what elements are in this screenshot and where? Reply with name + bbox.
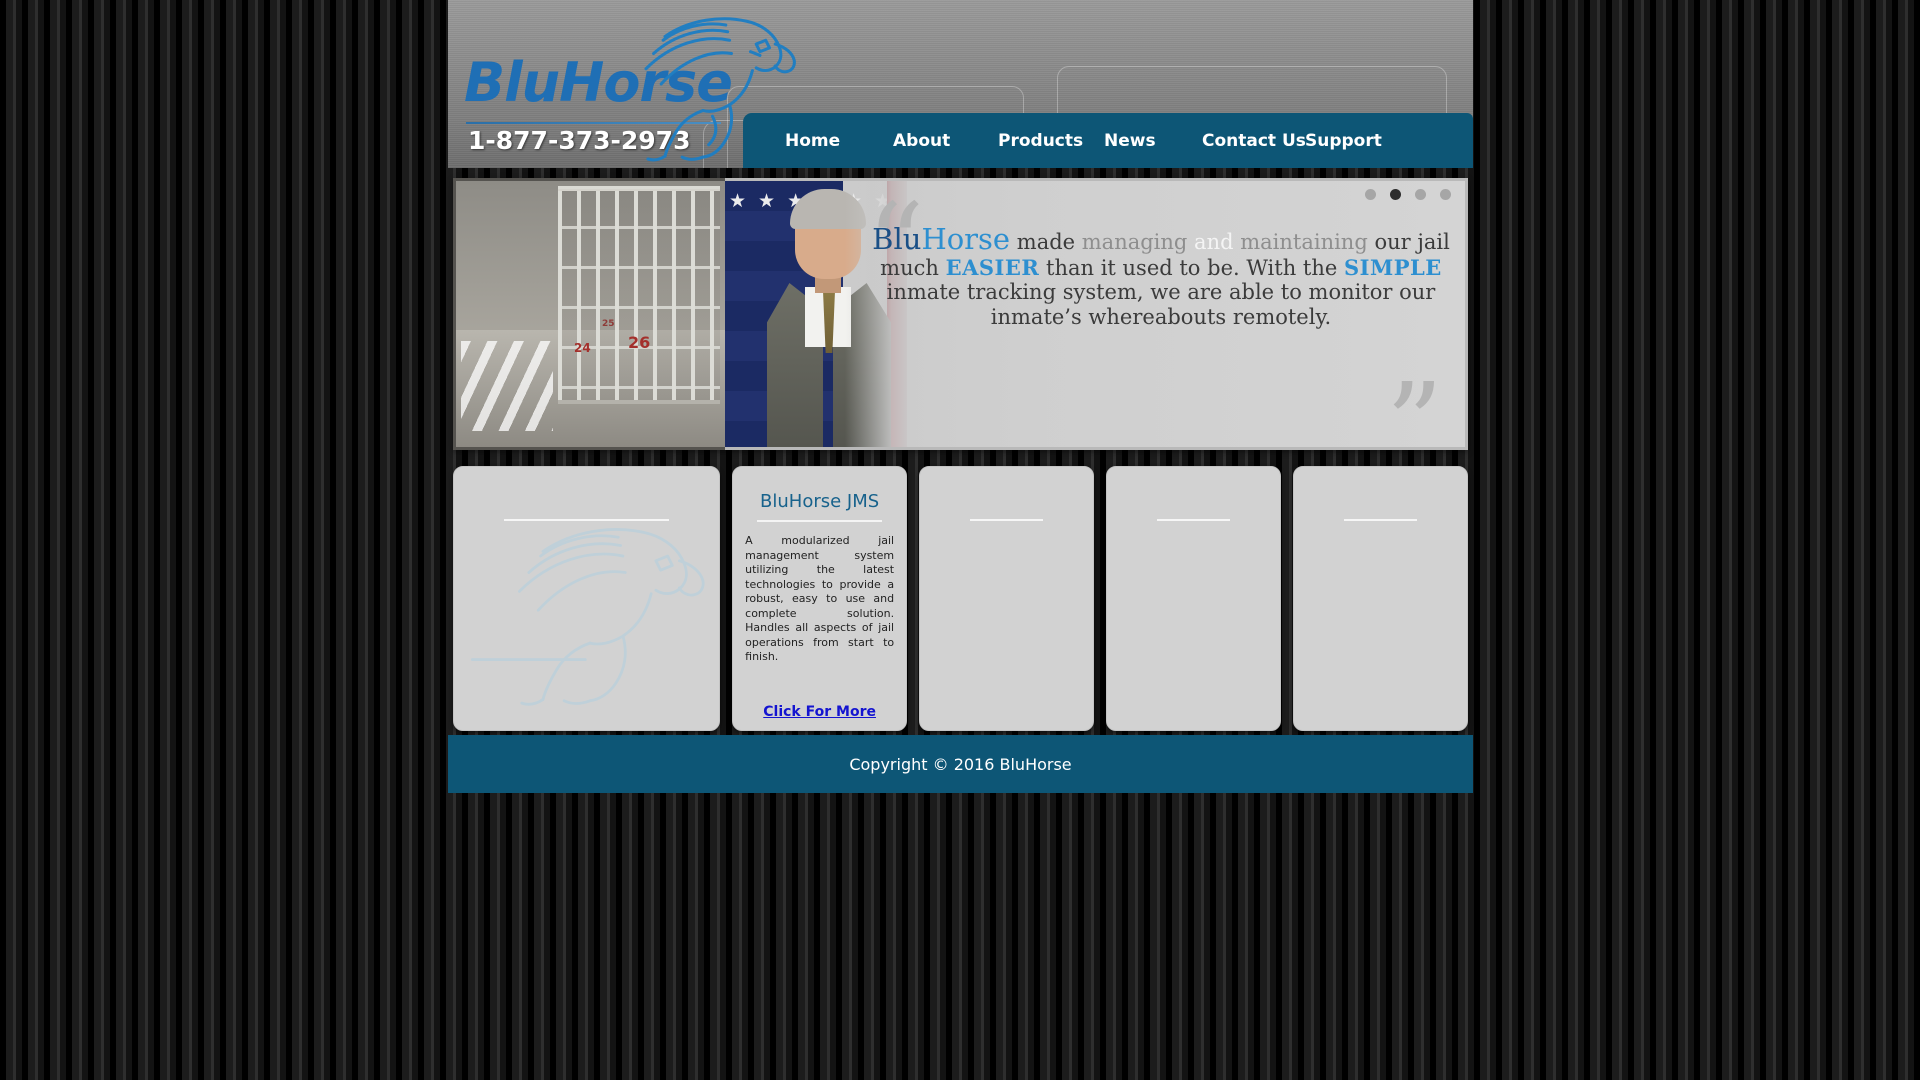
- bluhorse-horse-watermark-icon: [470, 528, 705, 706]
- card-divider: [757, 520, 883, 522]
- site-header: BluHorse 1-877-373-2973 Home About Produ…: [448, 0, 1473, 168]
- quote-seg-managing: managing: [1081, 230, 1188, 254]
- testimonial-quote: BluHorse made managing and maintaining o…: [871, 222, 1451, 329]
- main-navigation[interactable]: Home About Products News Contact Us Supp…: [743, 113, 1473, 168]
- nav-item-contact-us[interactable]: Contact Us: [1202, 131, 1306, 151]
- quote-seg-maintaining: maintaining: [1240, 230, 1368, 254]
- product-card-bluhorse-jms[interactable]: BluHorse JMS A modularized jail manageme…: [732, 466, 908, 731]
- product-card-5[interactable]: [1293, 466, 1469, 731]
- card-description: A modularized jail management system uti…: [745, 534, 895, 664]
- card-divider: [1157, 519, 1231, 521]
- hero-quote-panel: ★★★★★★★★★★★★★★★★★★★★★★★★★★★★ “ ” BluHors…: [725, 178, 1468, 450]
- quote-highlight-simple: SIMPLE: [1344, 255, 1442, 281]
- hero-banner: 24 26 25 ★★★★★★★★★★★★★★★★★★★★★★★★★★★★: [453, 178, 1468, 450]
- cell-number-25: 25: [602, 319, 615, 329]
- card-click-for-more-link[interactable]: Click For More: [733, 704, 906, 720]
- site-footer: Copyright © 2016 BluHorse: [448, 735, 1473, 793]
- quote-seg-and: and: [1187, 230, 1241, 254]
- product-card-3[interactable]: [919, 466, 1095, 731]
- cell-number-26: 26: [628, 333, 651, 352]
- carousel-dot-2[interactable]: [1390, 189, 1401, 200]
- jail-floor-light: [461, 340, 553, 432]
- carousel-dot-1[interactable]: [1365, 189, 1376, 200]
- carousel-dots[interactable]: [1365, 189, 1451, 200]
- nav-item-products[interactable]: Products: [998, 131, 1104, 151]
- copyright-text: Copyright © 2016 BluHorse: [849, 754, 1072, 774]
- cell-number-24: 24: [574, 341, 591, 355]
- quote-line2-post: than it used to be. With the: [1039, 256, 1338, 281]
- logo-word-blu: Blu: [464, 51, 560, 114]
- card-title: BluHorse JMS: [760, 491, 880, 512]
- jail-cell-photo: 24 26 25: [453, 178, 725, 450]
- quote-brand-blu: Blu: [872, 222, 922, 256]
- jail-bars-horizontal: [558, 186, 720, 405]
- website-page: BluHorse 1-877-373-2973 Home About Produ…: [448, 0, 1473, 793]
- carousel-dot-4[interactable]: [1440, 189, 1451, 200]
- product-card-watermark[interactable]: [453, 466, 721, 731]
- card-divider: [1344, 519, 1418, 521]
- nav-item-home[interactable]: Home: [785, 131, 893, 151]
- card-divider: [970, 519, 1044, 521]
- nav-item-support[interactable]: Support: [1305, 131, 1382, 151]
- close-quote-mark: ”: [1385, 360, 1443, 450]
- product-card-4[interactable]: [1106, 466, 1282, 731]
- product-card-row: BluHorse JMS A modularized jail manageme…: [453, 466, 1469, 731]
- nav-item-news[interactable]: News: [1104, 131, 1202, 151]
- nav-item-about[interactable]: About: [893, 131, 998, 151]
- carousel-dot-3[interactable]: [1415, 189, 1426, 200]
- quote-line3-post: inmate tracking system, we are able to: [886, 280, 1302, 305]
- quote-brand-horse: Horse: [921, 222, 1011, 256]
- quote-highlight-easier: EASIER: [945, 255, 1040, 281]
- quote-seg-made: made: [1010, 230, 1082, 254]
